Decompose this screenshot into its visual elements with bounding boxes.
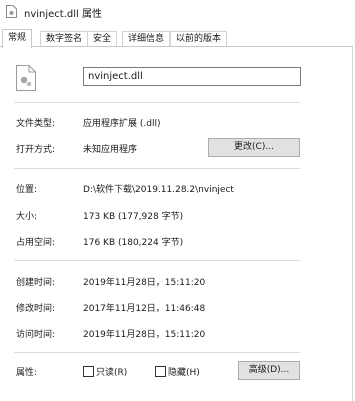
readonly-checkbox[interactable] [83, 366, 94, 377]
change-button[interactable]: 更改(C)... [208, 138, 300, 157]
tab-previous-versions[interactable]: 以前的版本 [170, 31, 228, 47]
hidden-checkbox[interactable] [155, 366, 166, 377]
file-type-value: 应用程序扩展 (.dll) [83, 119, 161, 129]
tab-strip: 常规 数字签名 安全 详细信息 以前的版本 [0, 29, 355, 48]
file-type-label: 文件类型: [16, 119, 56, 129]
size-label: 大小: [16, 212, 38, 222]
accessed-value: 2019年11月28日，15:11:20 [83, 330, 206, 340]
separator [14, 102, 300, 103]
tab-details[interactable]: 详细信息 [122, 31, 171, 47]
advanced-button[interactable]: 高级(D)... [238, 361, 300, 380]
created-label: 创建时间: [16, 278, 56, 288]
dll-file-icon [6, 5, 17, 18]
created-value: 2019年11月28日，15:11:20 [83, 278, 206, 288]
size-on-disk-value: 176 KB (180,224 字节) [83, 238, 184, 248]
size-value: 173 KB (177,928 字节) [83, 212, 184, 222]
open-with-value: 未知应用程序 [83, 145, 138, 155]
file-name-field[interactable]: nvinject.dll [83, 67, 301, 86]
modified-label: 修改时间: [16, 304, 56, 314]
accessed-label: 访问时间: [16, 330, 56, 340]
separator [14, 260, 300, 261]
separator [14, 352, 300, 353]
readonly-label: 只读(R) [96, 368, 128, 378]
location-label: 位置: [16, 185, 38, 195]
separator [14, 168, 300, 169]
tab-security[interactable]: 安全 [87, 31, 118, 47]
title-bar: nvinject.dll 属性 [0, 0, 355, 24]
location-value: D:\软件下载\2019.11.28.2\nvinject [83, 185, 234, 195]
hidden-label: 隐藏(H) [168, 368, 200, 378]
dll-file-icon [16, 65, 36, 91]
open-with-label: 打开方式: [16, 145, 56, 155]
tab-general[interactable]: 常规 [2, 29, 33, 48]
attributes-label: 属性: [16, 368, 38, 378]
general-panel: nvinject.dll 文件类型: 应用程序扩展 (.dll) 打开方式: 未… [0, 46, 353, 401]
size-on-disk-label: 占用空间: [16, 238, 56, 248]
window-title: nvinject.dll 属性 [24, 9, 102, 20]
tab-digital-signatures[interactable]: 数字签名 [40, 31, 89, 47]
modified-value: 2017年11月12日，11:46:48 [83, 304, 206, 314]
